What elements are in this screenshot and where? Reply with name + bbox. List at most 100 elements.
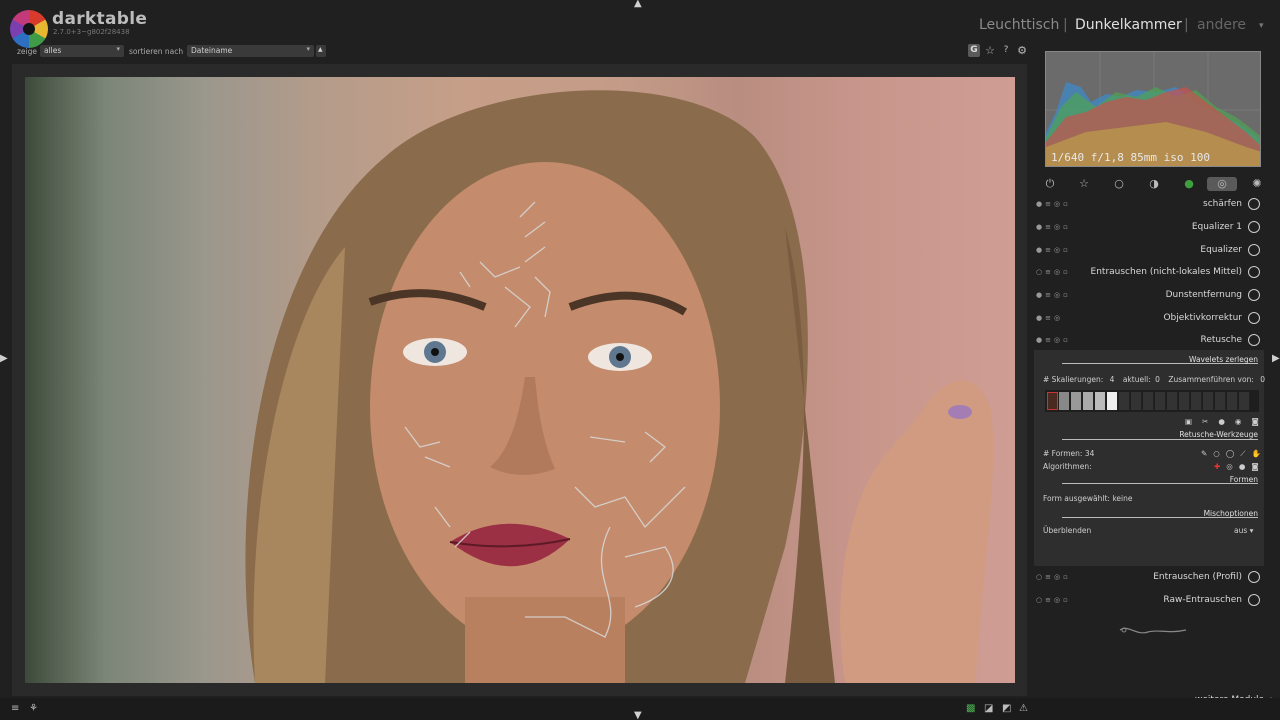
scale-cell[interactable] xyxy=(1155,392,1166,410)
shapes-count: # Formen: 34 xyxy=(1043,449,1095,458)
histogram[interactable] xyxy=(1045,51,1261,167)
scales-value: 4 xyxy=(1109,375,1115,384)
module-controls[interactable]: ●≡◎▫ xyxy=(1036,291,1071,299)
algorithm-icons[interactable]: ✚◎●◙ xyxy=(1214,462,1265,471)
view-other[interactable]: andere xyxy=(1197,17,1246,33)
algorithms-label: Algorithmen: xyxy=(1043,462,1092,471)
color-icon[interactable]: ● xyxy=(1182,177,1196,191)
sort-order-button[interactable]: ▲ xyxy=(316,45,326,57)
module-power-icon[interactable] xyxy=(1248,221,1260,233)
view-lighttable[interactable]: Leuchttisch xyxy=(979,17,1059,33)
menu-icon[interactable]: ≡ xyxy=(11,703,19,714)
module-name: Raw-Entrauschen xyxy=(1163,595,1242,605)
app-name: darktable xyxy=(52,9,148,29)
scale-cell[interactable] xyxy=(1143,392,1154,410)
scale-cell[interactable] xyxy=(1071,392,1082,410)
warning-icon[interactable]: ⚠ xyxy=(1019,703,1028,714)
portrait-photo[interactable] xyxy=(25,77,1015,683)
module-power-icon[interactable] xyxy=(1248,244,1260,256)
show-label: zeige xyxy=(17,47,38,56)
gamut-icon[interactable]: ◩ xyxy=(1002,703,1011,714)
module-power-icon[interactable] xyxy=(1248,594,1260,606)
module-name: Equalizer 1 xyxy=(1191,222,1242,232)
blend-section-title: Mischoptionen xyxy=(1203,509,1258,518)
show-combo-value: alles xyxy=(44,46,62,55)
scale-cell[interactable] xyxy=(1059,392,1070,410)
app-version: 2.7.0+3~g802f28438 xyxy=(53,28,130,36)
effect-icon[interactable]: ✺ xyxy=(1250,177,1264,191)
sort-combo[interactable]: Dateiname ▾ xyxy=(187,45,314,57)
module-controls[interactable]: ○≡◎▫ xyxy=(1036,596,1071,604)
blend-label: Überblenden xyxy=(1043,526,1092,535)
left-panel-toggle-icon[interactable]: ▶ xyxy=(0,353,8,364)
softproof-icon[interactable]: ◪ xyxy=(984,703,993,714)
tools-section-title: Retusche-Werkzeuge xyxy=(1179,430,1258,439)
overexposure-icon[interactable]: ▩ xyxy=(966,703,975,714)
scale-cell[interactable] xyxy=(1167,392,1178,410)
histogram-graph xyxy=(1046,52,1260,166)
module-row-retouch[interactable]: ●≡◎▫ Retusche xyxy=(1034,330,1264,352)
view-separator: | xyxy=(1184,17,1189,33)
scale-cell[interactable] xyxy=(1047,392,1058,410)
shapes-section-title: Formen xyxy=(1229,475,1258,484)
module-controls[interactable]: ●≡◎▫ xyxy=(1036,223,1071,231)
module-row[interactable]: ●≡◎▫ Dunstentfernung xyxy=(1034,285,1264,307)
module-row[interactable]: ○≡◎▫ Raw-Entrauschen xyxy=(1034,590,1264,612)
module-power-icon[interactable] xyxy=(1248,198,1260,210)
module-row[interactable]: ●≡◎▫ schärfen xyxy=(1034,194,1264,216)
star-icon[interactable]: ☆ xyxy=(983,44,997,57)
wavelets-section-title: Wavelets zerlegen xyxy=(1189,355,1258,364)
module-power-icon[interactable] xyxy=(1248,312,1260,324)
module-row[interactable]: ●≡◎▫ Equalizer xyxy=(1034,240,1264,262)
scale-cell[interactable] xyxy=(1239,392,1250,410)
wavelet-scale-bar[interactable] xyxy=(1045,390,1259,412)
power-icon[interactable]: ⏻ xyxy=(1043,177,1057,191)
scale-cell[interactable] xyxy=(1107,392,1118,410)
module-row[interactable]: ●≡◎ Objektivkorrektur xyxy=(1034,308,1264,330)
module-name: Equalizer xyxy=(1200,245,1242,255)
circle-icon[interactable]: ○ xyxy=(1112,177,1126,191)
g-icon[interactable]: G xyxy=(968,44,980,57)
view-darkroom[interactable]: Dunkelkammer xyxy=(1075,17,1182,33)
shape-selected: Form ausgewählt: keine xyxy=(1043,494,1133,503)
scale-cell[interactable] xyxy=(1119,392,1130,410)
module-power-icon[interactable] xyxy=(1248,571,1260,583)
bottom-panel-toggle-icon[interactable]: ▼ xyxy=(634,710,642,720)
view-other-dropdown-icon[interactable]: ▾ xyxy=(1259,21,1264,31)
scale-cell[interactable] xyxy=(1083,392,1094,410)
scale-cell[interactable] xyxy=(1203,392,1214,410)
half-circle-icon[interactable]: ◑ xyxy=(1147,177,1161,191)
module-controls[interactable]: ●≡◎ xyxy=(1036,314,1063,322)
section-divider xyxy=(1062,439,1258,440)
module-controls[interactable]: ○≡◎▫ xyxy=(1036,268,1071,276)
module-power-icon[interactable] xyxy=(1248,289,1260,301)
module-row[interactable]: ○≡◎▫ Entrauschen (nicht-lokales Mittel) xyxy=(1034,262,1264,284)
top-panel-toggle-icon[interactable]: ▲ xyxy=(634,0,642,9)
star-icon[interactable]: ☆ xyxy=(1077,177,1091,191)
module-power-icon[interactable] xyxy=(1248,334,1260,346)
help-icon[interactable]: ? xyxy=(999,45,1013,55)
styles-icon[interactable]: ⚘ xyxy=(29,703,38,714)
module-controls[interactable]: ●≡◎▫ xyxy=(1036,336,1071,344)
photo-illustration xyxy=(245,90,994,683)
right-panel-toggle-icon[interactable]: ▶ xyxy=(1272,353,1280,364)
module-controls[interactable]: ●≡◎▫ xyxy=(1036,246,1071,254)
wavelet-tool-icons[interactable]: ▣✂●◉◙ xyxy=(1185,417,1269,426)
correct-icon[interactable]: ◎ xyxy=(1207,177,1237,191)
shape-tool-icons[interactable]: ✎○◯⟋✋ xyxy=(1201,449,1267,459)
scale-cell[interactable] xyxy=(1191,392,1202,410)
scales-label: # Skalierungen: xyxy=(1043,375,1104,384)
scale-cell[interactable] xyxy=(1227,392,1238,410)
module-row[interactable]: ○≡◎▫ Entrauschen (Profil) xyxy=(1034,567,1264,589)
blend-combo[interactable]: aus ▾ xyxy=(1234,526,1253,535)
gear-icon[interactable]: ⚙ xyxy=(1015,44,1029,57)
scale-cell[interactable] xyxy=(1131,392,1142,410)
scale-cell[interactable] xyxy=(1215,392,1226,410)
module-row[interactable]: ●≡◎▫ Equalizer 1 xyxy=(1034,217,1264,239)
scale-cell[interactable] xyxy=(1179,392,1190,410)
module-power-icon[interactable] xyxy=(1248,266,1260,278)
module-controls[interactable]: ○≡◎▫ xyxy=(1036,573,1071,581)
show-combo[interactable]: alles ▾ xyxy=(40,45,124,57)
scale-cell[interactable] xyxy=(1095,392,1106,410)
module-controls[interactable]: ●≡◎▫ xyxy=(1036,200,1071,208)
